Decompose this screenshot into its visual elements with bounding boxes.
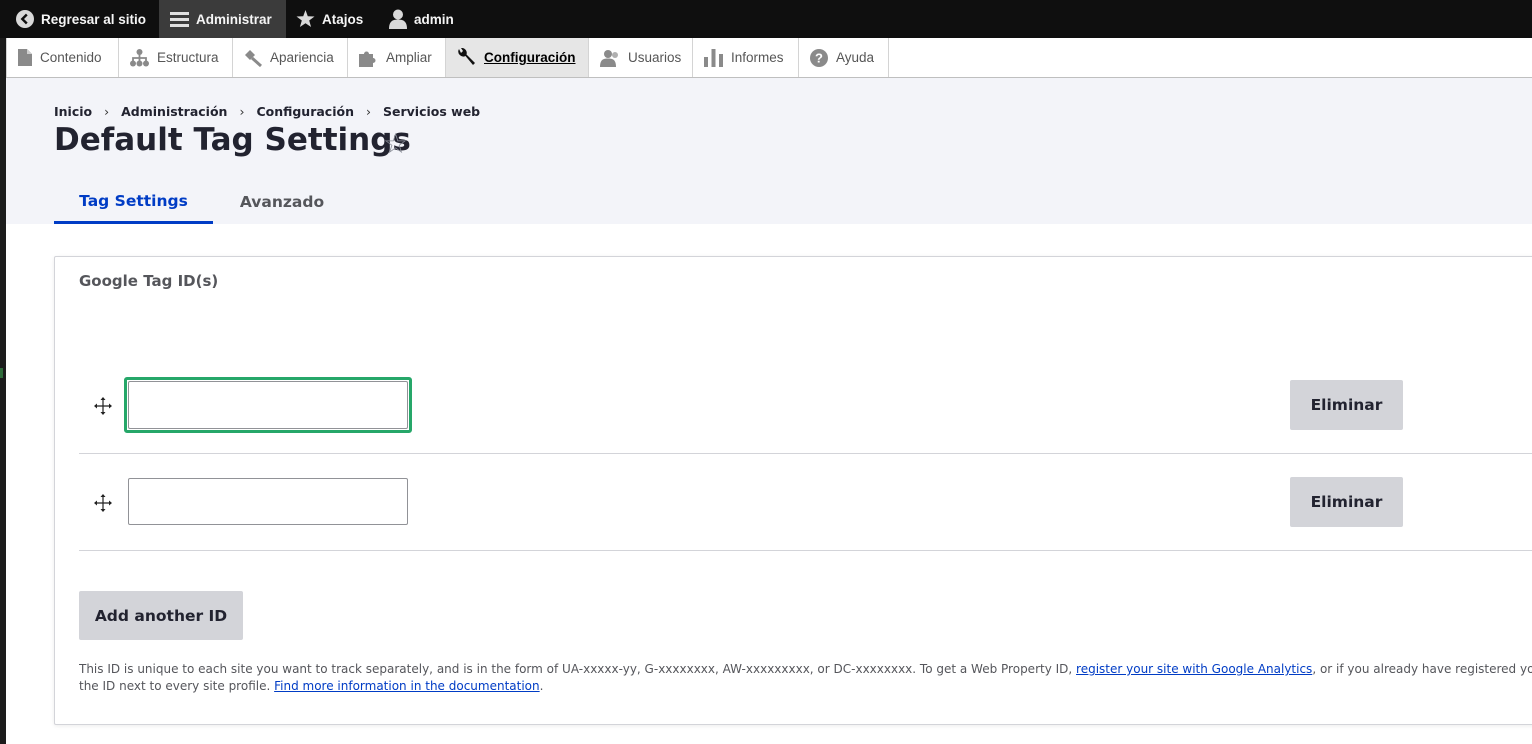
shortcuts-button[interactable]: Atajos: [296, 0, 363, 38]
tray-item-extend[interactable]: Ampliar: [348, 38, 446, 77]
remove-button-1[interactable]: Eliminar: [1290, 380, 1403, 430]
drag-handle-icon[interactable]: [94, 397, 112, 415]
tray-label: Contenido: [40, 50, 102, 65]
documentation-link[interactable]: Find more information in the documentati…: [274, 679, 540, 693]
tray-label: Ampliar: [386, 50, 432, 65]
back-to-site-link[interactable]: Regresar al sitio: [16, 0, 146, 38]
row-divider: [79, 453, 1532, 454]
field-description: This ID is unique to each site you want …: [79, 661, 1532, 695]
breadcrumb-link-admin[interactable]: Administración: [121, 104, 227, 119]
description-text: .: [539, 679, 544, 693]
tag-id-input-1[interactable]: [124, 377, 412, 433]
puzzle-icon: [359, 51, 376, 67]
help-icon: ?: [810, 48, 828, 67]
svg-text:?: ?: [815, 50, 823, 65]
analytics-register-link[interactable]: register your site with Google Analytics: [1076, 662, 1312, 676]
tab-advanced[interactable]: Avanzado: [228, 180, 336, 224]
star-icon: [296, 10, 315, 28]
tray-label: Configuración: [484, 50, 576, 65]
tray-label: Ayuda: [836, 50, 875, 65]
manage-menu-button[interactable]: Administrar: [159, 0, 286, 38]
file-icon: [18, 49, 32, 66]
tray-label: Estructura: [157, 50, 219, 65]
tray-label: Usuarios: [628, 50, 682, 65]
add-another-id-button[interactable]: Add another ID: [79, 591, 243, 640]
tray-label: Informes: [731, 50, 784, 65]
description-text: , or if you already have registered your…: [1312, 662, 1532, 676]
fieldset-legend: Google Tag ID(s): [79, 272, 219, 290]
breadcrumb-separator: ›: [104, 104, 110, 119]
breadcrumb: Inicio › Administración › Configuración …: [54, 104, 480, 119]
wrench-icon: [458, 48, 475, 65]
tray-item-users[interactable]: Usuarios: [589, 38, 693, 77]
tray-label: Apariencia: [270, 50, 334, 65]
page-title: Default Tag Settings: [54, 122, 411, 158]
people-icon: [600, 49, 618, 67]
back-label: Regresar al sitio: [41, 11, 147, 27]
tray-item-appearance[interactable]: Apariencia: [233, 38, 348, 77]
back-arrow-icon: [16, 10, 34, 28]
tag-id-input-1-value[interactable]: [128, 381, 408, 429]
shortcuts-label: Atajos: [322, 11, 364, 27]
tray-item-structure[interactable]: Estructura: [119, 38, 233, 77]
admin-tray: Contenido Estructura Apariencia Ampliar …: [6, 38, 1532, 78]
drag-handle-icon[interactable]: [94, 494, 112, 512]
breadcrumb-separator: ›: [366, 104, 371, 119]
breadcrumb-separator: ›: [239, 104, 245, 119]
admin-toolbar: Regresar al sitio Administrar Atajos adm…: [0, 0, 1532, 38]
tray-item-reports[interactable]: Informes: [693, 38, 799, 77]
sitemap-icon: [130, 48, 149, 66]
paintbrush-icon: [245, 49, 262, 67]
tray-item-help[interactable]: ? Ayuda: [799, 38, 889, 77]
breadcrumb-link-config[interactable]: Configuración: [256, 104, 354, 119]
breadcrumb-link-webservices[interactable]: Servicios web: [383, 104, 480, 119]
favorite-star-icon[interactable]: ☆: [383, 130, 408, 158]
remove-button-2[interactable]: Eliminar: [1290, 477, 1403, 527]
tray-item-configuration[interactable]: Configuración: [446, 38, 589, 77]
description-text: the ID next to every site profile.: [79, 679, 275, 693]
tray-item-content[interactable]: Contenido: [6, 38, 119, 77]
bar-chart-icon: [704, 48, 723, 67]
tag-id-input-2[interactable]: [128, 478, 408, 525]
manage-label: Administrar: [196, 11, 272, 27]
hamburger-icon: [170, 11, 189, 27]
row-divider: [79, 550, 1532, 551]
edge-marker: [0, 368, 3, 378]
user-menu-button[interactable]: admin: [389, 0, 454, 38]
breadcrumb-link-home[interactable]: Inicio: [54, 104, 92, 119]
tab-tag-settings[interactable]: Tag Settings: [54, 180, 213, 224]
user-icon: [389, 9, 407, 29]
user-label: admin: [414, 11, 454, 27]
description-text: This ID is unique to each site you want …: [79, 662, 1077, 676]
